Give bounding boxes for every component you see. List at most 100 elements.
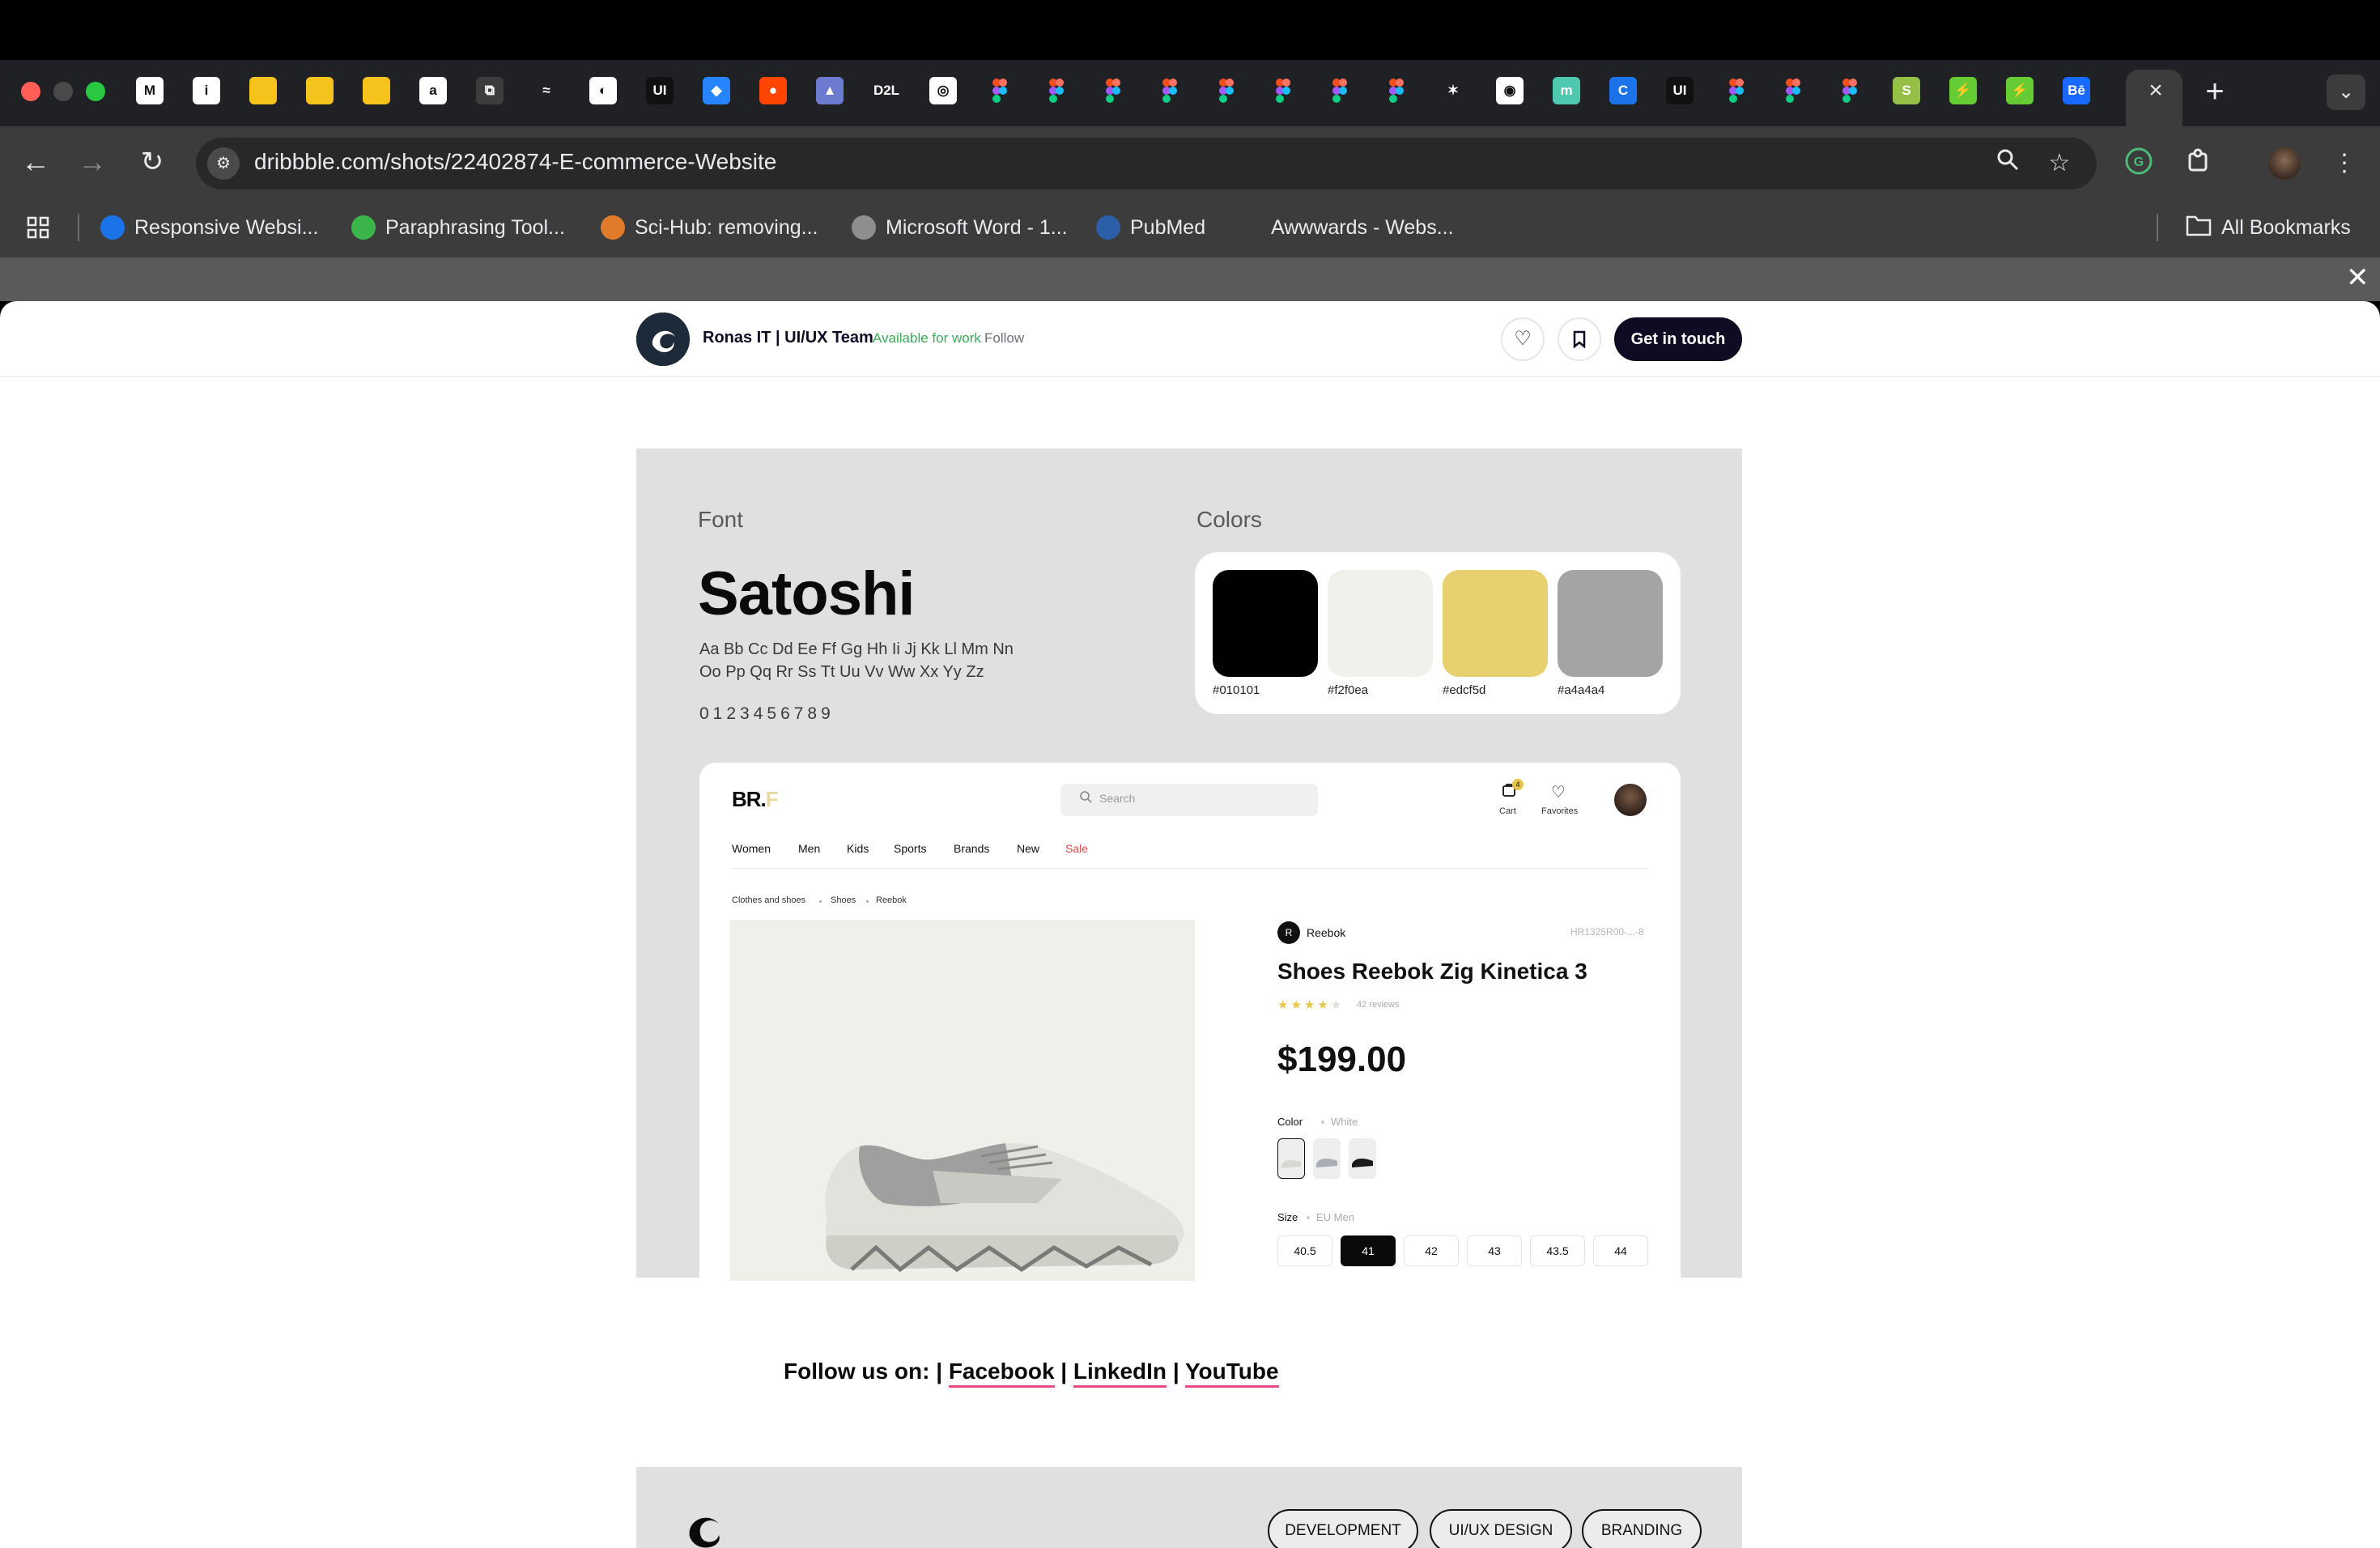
color-variant-thumb xyxy=(1349,1138,1376,1179)
mural-icon[interactable]: m xyxy=(1553,77,1580,104)
swatch-hex: #a4a4a4 xyxy=(1558,683,1605,697)
team-avatar[interactable] xyxy=(636,313,690,366)
figma-icon[interactable] xyxy=(1326,77,1354,104)
like-button[interactable]: ♡ xyxy=(1501,317,1545,361)
get-in-touch-button[interactable]: Get in touch xyxy=(1614,317,1742,361)
figma-icon[interactable] xyxy=(1156,77,1184,104)
bookmark-item[interactable]: Responsive Websi... xyxy=(100,212,318,243)
shot-image: Font Satoshi Aa Bb Cc Dd Ee Ff Gg Hh Ii … xyxy=(636,449,1742,1281)
zoom-window-button[interactable] xyxy=(86,82,105,101)
ui-icon[interactable]: UI xyxy=(1666,77,1694,104)
digits-sample: 0123456789 xyxy=(699,704,835,723)
code-icon[interactable]: ◐ xyxy=(589,77,617,104)
shopify-icon[interactable]: S xyxy=(1893,77,1920,104)
follow-link[interactable]: Follow xyxy=(984,330,1024,347)
menu-kebab-icon[interactable]: ⋮ xyxy=(2328,147,2361,180)
robot-icon xyxy=(351,215,376,240)
image-icon[interactable]: ▲ xyxy=(816,77,844,104)
bookmark-label: Sci-Hub: removing... xyxy=(635,215,818,239)
mockup-nav-sale: Sale xyxy=(1065,842,1089,855)
minimize-window-button[interactable] xyxy=(53,82,73,101)
profile-avatar[interactable] xyxy=(2268,147,2301,180)
rating-stars: ★★★★★ xyxy=(1277,998,1345,1012)
tab-close-icon[interactable]: × xyxy=(2142,77,2170,104)
tag-development[interactable]: DEVELOPMENT xyxy=(1268,1509,1418,1548)
folder-icon[interactable] xyxy=(363,77,390,104)
leaf-icon[interactable]: ⚡ xyxy=(2006,77,2034,104)
favorites-label: Favorites xyxy=(1541,806,1579,816)
zoom-icon[interactable] xyxy=(1991,147,2024,180)
leaf-icon[interactable]: ⚡ xyxy=(1949,77,1977,104)
stack-icon[interactable]: ⧉ xyxy=(476,77,504,104)
behance-icon[interactable]: Bē xyxy=(2063,77,2090,104)
all-bookmarks-button[interactable]: All Bookmarks xyxy=(2186,212,2351,243)
ui-icon[interactable]: UI xyxy=(646,77,674,104)
bookmark-item[interactable]: Awwwards - Webs... xyxy=(1237,212,1454,243)
tab-search-chevron-icon[interactable]: ⌄ xyxy=(2327,74,2365,110)
bookmark-item[interactable]: Sci-Hub: removing... xyxy=(601,212,818,243)
back-arrow-icon[interactable]: ← xyxy=(16,142,55,181)
extensions-icon[interactable] xyxy=(2182,147,2215,180)
tailwind-icon[interactable]: ≈ xyxy=(533,77,560,104)
pinwheel-icon[interactable]: ✶ xyxy=(1439,77,1467,104)
size-option: 41 xyxy=(1341,1235,1396,1266)
bookmark-item[interactable]: Microsoft Word - 1... xyxy=(852,212,1068,243)
new-tab-button[interactable]: + xyxy=(2199,75,2231,109)
color-swatch xyxy=(1443,570,1548,677)
linkedin-link[interactable]: LinkedIn xyxy=(1073,1359,1167,1388)
gmail-icon[interactable]: M xyxy=(136,77,164,104)
font-heading: Font xyxy=(698,507,744,532)
folder-icon[interactable] xyxy=(249,77,277,104)
jira-icon[interactable]: ◆ xyxy=(703,77,730,104)
footer-shot: DEVELOPMENT UI/UX DESIGN BRANDING xyxy=(636,1467,1742,1548)
info-icon[interactable]: i xyxy=(193,77,220,104)
reddit-icon[interactable]: ● xyxy=(759,77,787,104)
modal-close-icon[interactable]: ✕ xyxy=(2346,264,2369,291)
youtube-link[interactable]: YouTube xyxy=(1184,1359,1279,1388)
grammarly-icon[interactable]: G xyxy=(2123,147,2155,180)
availability-badge[interactable]: Available for work xyxy=(873,330,981,347)
forward-arrow-icon[interactable]: → xyxy=(73,142,112,181)
color-variant-thumb xyxy=(1277,1138,1305,1179)
chrome-icon[interactable]: ◉ xyxy=(1496,77,1524,104)
folder-icon xyxy=(2186,214,2212,242)
openai-icon[interactable]: ◎ xyxy=(929,77,957,104)
tag-ui-ux-design[interactable]: UI/UX DESIGN xyxy=(1430,1509,1572,1548)
close-window-button[interactable] xyxy=(21,82,40,101)
facebook-link[interactable]: Facebook xyxy=(948,1359,1055,1388)
url-text[interactable]: dribbble.com/shots/22402874-E-commerce-W… xyxy=(254,149,776,175)
tag-branding[interactable]: BRANDING xyxy=(1582,1509,1702,1548)
mockup-divider xyxy=(732,868,1648,869)
c-icon[interactable]: C xyxy=(1609,77,1637,104)
figma-icon[interactable] xyxy=(1043,77,1070,104)
bookmarks-divider xyxy=(78,214,79,241)
site-info-icon[interactable]: ⚙ xyxy=(207,147,240,180)
figma-icon[interactable] xyxy=(1269,77,1297,104)
save-button[interactable] xyxy=(1558,317,1601,361)
sci-hub-icon xyxy=(601,215,625,240)
reload-icon[interactable]: ↻ xyxy=(133,142,172,181)
figma-icon[interactable] xyxy=(1383,77,1410,104)
search-placeholder: Search xyxy=(1099,792,1136,805)
amazon-icon[interactable]: a xyxy=(419,77,447,104)
figma-icon[interactable] xyxy=(1836,77,1864,104)
figma-icon[interactable] xyxy=(1099,77,1127,104)
team-name[interactable]: Ronas IT | UI/UX Team xyxy=(703,329,873,347)
size-option: 40.5 xyxy=(1277,1235,1332,1266)
figma-icon[interactable] xyxy=(1723,77,1750,104)
folder-icon[interactable] xyxy=(306,77,334,104)
apps-grid-icon[interactable] xyxy=(26,212,50,243)
figma-icon[interactable] xyxy=(1779,77,1807,104)
bookmarks-divider xyxy=(2157,214,2158,241)
bookmark-item[interactable]: PubMed xyxy=(1096,212,1205,243)
figma-icon[interactable] xyxy=(1213,77,1240,104)
mockup-nav-brands: Brands xyxy=(954,842,990,855)
bookmark-star-icon[interactable]: ☆ xyxy=(2043,147,2076,180)
color-option-value: White xyxy=(1331,1116,1358,1128)
follow-prefix: Follow us on: | xyxy=(784,1359,943,1384)
d2l-icon[interactable]: D2L xyxy=(873,77,900,104)
figma-icon[interactable] xyxy=(986,77,1014,104)
color-swatch xyxy=(1328,570,1433,677)
shot-header: Ronas IT | UI/UX Team Available for work… xyxy=(0,301,2380,377)
bookmark-item[interactable]: Paraphrasing Tool... xyxy=(351,212,565,243)
